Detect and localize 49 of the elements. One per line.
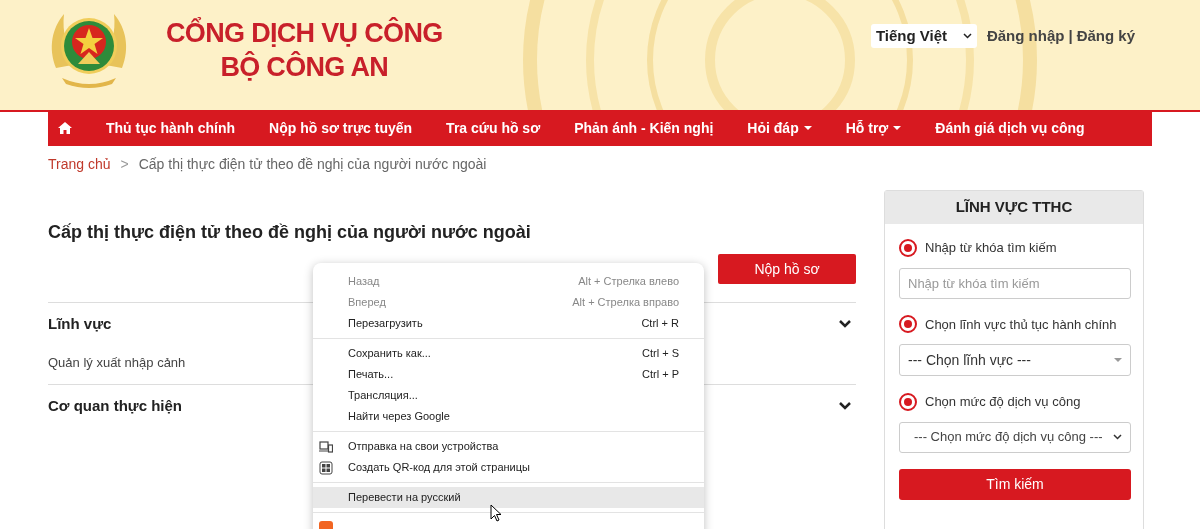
site-title: CỔNG DỊCH VỤ CÔNG [166, 16, 443, 50]
caret-icon [1114, 357, 1122, 363]
nav-link[interactable]: Hỗ trợ [845, 117, 902, 139]
radio-label[interactable]: Chọn mức độ dịch vụ công [925, 392, 1081, 412]
field-select[interactable]: --- Chọn lĩnh vực --- [899, 344, 1131, 376]
chevron-icon[interactable] [838, 400, 852, 411]
submit-button[interactable]: Nộp hồ sơ [718, 254, 856, 284]
register-link[interactable]: Đăng ký [1076, 24, 1135, 48]
menu-item[interactable]: Трансляция... [313, 385, 704, 406]
nav-link[interactable]: Đánh giá dịch vụ công [935, 117, 1085, 139]
menu-item[interactable]: Отправка на свои устройства [313, 436, 704, 457]
chevron-icon[interactable] [838, 319, 852, 330]
section-title: Lĩnh vực [48, 314, 112, 334]
nav-link[interactable]: Nộp hồ sơ trực tuyến [269, 117, 413, 139]
nav-link[interactable]: Tra cứu hồ sơ [446, 117, 541, 139]
mouse-cursor [490, 504, 502, 522]
qr-code-icon [319, 460, 333, 475]
menu-item[interactable]: Перевести на русский [313, 487, 704, 508]
home-icon[interactable] [58, 122, 72, 134]
menu-item[interactable]: Перезагрузить Ctrl + R [313, 313, 704, 334]
nav-link[interactable]: Phản ánh - Kiến nghị [574, 117, 714, 139]
breadcrumb-separator: > [120, 154, 129, 174]
chevron-icon [1113, 434, 1122, 440]
radio-button[interactable] [899, 392, 917, 411]
menu-item[interactable]: Найти через Google [313, 406, 704, 427]
radio-button[interactable] [899, 315, 917, 334]
breadcrumb-current: Cấp thị thực điện tử theo đề nghị của người nước ngoài [138, 154, 487, 174]
level-select[interactable]: --- Chọn mức độ dịch vụ công --- [899, 421, 1131, 453]
keyword-input[interactable]: Nhập từ khóa tìm kiếm [899, 267, 1131, 299]
sidebar-title: LĨNH VỰC TTHC [885, 191, 1143, 224]
separator-text: | [1068, 25, 1073, 46]
chevron-icon [962, 33, 972, 39]
radio-button[interactable] [899, 238, 917, 257]
menu-item[interactable]: Создать QR-код для этой страницы [313, 457, 704, 478]
devices-icon [319, 440, 333, 453]
site-title: BỘ CÔNG AN [220, 50, 389, 84]
breadcrumb-link[interactable]: Trang chủ [48, 153, 111, 175]
section-title: Cơ quan thực hiện [48, 395, 183, 416]
menu-item[interactable]: Сохранить как... Ctrl + S [313, 343, 704, 364]
radio-label[interactable]: Chọn lĩnh vực thủ tục hành chính [925, 314, 1117, 334]
page-title: Cấp thị thực điện tử theo đề nghị của người nước ngoài [48, 221, 532, 244]
section-value: Quản lý xuất nhập cảnh [48, 354, 186, 370]
nav-link[interactable]: Thủ tục hành chính [106, 117, 236, 139]
nav-link[interactable]: Hỏi đáp [747, 117, 812, 139]
login-link[interactable]: Đăng nhập [986, 24, 1065, 48]
menu-item[interactable]: Печать... Ctrl + P [313, 364, 704, 385]
search-button[interactable]: Tìm kiếm [899, 468, 1131, 500]
radio-label[interactable]: Nhập từ khóa tìm kiếm [925, 238, 1057, 258]
language-select[interactable]: Tiếng Việt [870, 24, 977, 48]
